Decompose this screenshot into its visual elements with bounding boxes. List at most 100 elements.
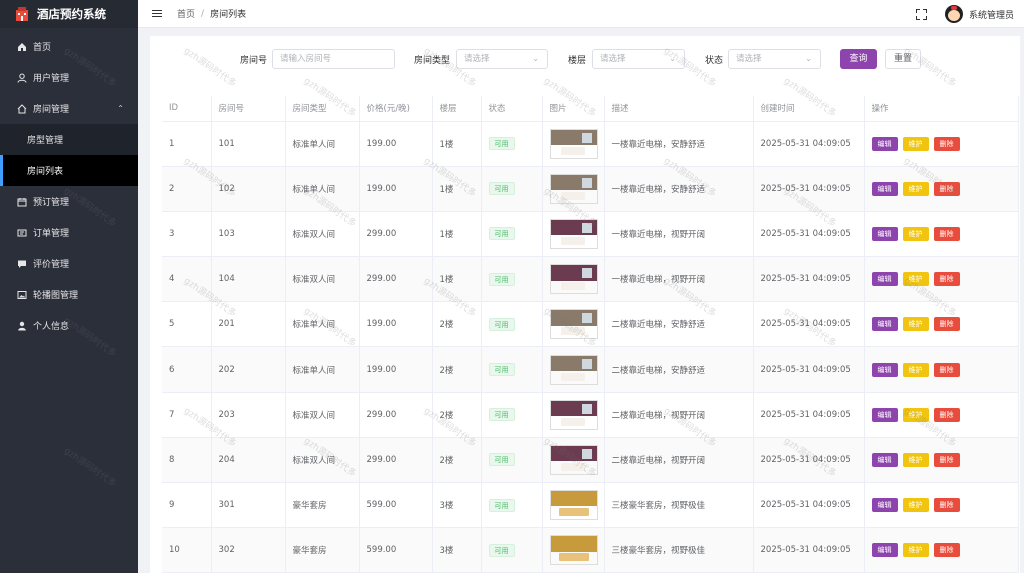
cell-floor: 1楼 — [432, 166, 482, 212]
maintain-button[interactable]: 维护 — [902, 136, 929, 151]
cell-image — [542, 211, 605, 258]
delete-button[interactable]: 删除 — [933, 452, 960, 467]
cell-description: 一楼靠近电梯，安静舒适 — [604, 166, 754, 212]
room-image[interactable] — [549, 354, 598, 385]
maintain-button[interactable]: 维护 — [902, 452, 929, 467]
room-type-select[interactable]: 请选择 ⌄ — [456, 49, 548, 69]
sidebar-item-reservations[interactable]: 预订管理 — [0, 186, 138, 217]
delete-button[interactable]: 删除 — [933, 407, 960, 422]
edit-button[interactable]: 编辑 — [871, 498, 898, 513]
breadcrumb-home[interactable]: 首页 — [177, 7, 195, 20]
cell-actions: 编辑 维护 删除 — [864, 121, 1019, 167]
cell-room-no: 104 — [211, 256, 286, 303]
edit-button[interactable]: 编辑 — [871, 181, 898, 196]
edit-button[interactable]: 编辑 — [871, 452, 898, 467]
cell-room-no: 202 — [211, 346, 286, 393]
sidebar-item-home[interactable]: 首页 — [0, 31, 138, 62]
reset-button[interactable]: 重置 — [885, 49, 921, 69]
room-image[interactable] — [549, 535, 598, 566]
edit-button[interactable]: 编辑 — [871, 362, 898, 377]
sidebar-item-profile[interactable]: 个人信息 — [0, 310, 138, 341]
edit-button[interactable]: 编辑 — [871, 317, 898, 332]
cell-floor: 1楼 — [432, 256, 482, 303]
table-row: 3 103 标准双人间 299.00 1楼 可用 一楼靠近电梯，视野开阔 2025-05-31… — [162, 211, 1019, 258]
floor-select[interactable]: 请选择 ⌄ — [592, 49, 685, 69]
edit-button[interactable]: 编辑 — [871, 136, 898, 151]
breadcrumb-separator: / — [201, 8, 205, 19]
table-row: 4 104 标准双人间 299.00 1楼 可用 一楼靠近电梯，视野开阔 2025-05-31… — [162, 256, 1019, 303]
cell-room-type: 标准双人间 — [285, 437, 360, 484]
table-row: 8 204 标准双人间 299.00 2楼 可用 二楼靠近电梯，视野开阔 2025-05-31… — [162, 437, 1019, 484]
floor-placeholder: 请选择 — [600, 54, 626, 64]
username[interactable]: 系统管理员 — [969, 8, 1014, 21]
sidebar-item-room-list[interactable]: 房间列表 — [0, 155, 138, 186]
delete-button[interactable]: 删除 — [933, 498, 960, 513]
cell-status: 可用 — [481, 301, 543, 348]
room-image[interactable] — [549, 399, 598, 430]
sidebar-item-room-management[interactable]: 房间管理 ⌃ — [0, 93, 138, 124]
floor-label: 楼层 — [568, 56, 587, 66]
room-image[interactable] — [549, 444, 598, 475]
delete-button[interactable]: 删除 — [933, 543, 960, 558]
maintain-button[interactable]: 维护 — [902, 498, 929, 513]
brand[interactable]: 酒店预约系统 — [0, 0, 138, 28]
maintain-button[interactable]: 维护 — [902, 181, 929, 196]
status-select[interactable]: 请选择 ⌄ — [728, 49, 821, 69]
sidebar-item-users[interactable]: 用户管理 — [0, 62, 138, 93]
cell-price: 599.00 — [359, 527, 433, 573]
room-image[interactable] — [549, 490, 598, 521]
room-image[interactable] — [549, 128, 598, 159]
avatar[interactable] — [944, 5, 963, 23]
edit-button[interactable]: 编辑 — [871, 226, 898, 241]
cell-created: 2025-05-31 04:09:05 — [753, 256, 865, 303]
cell-actions: 编辑 维护 删除 — [864, 437, 1019, 484]
edit-button[interactable]: 编辑 — [871, 407, 898, 422]
cell-created: 2025-05-31 04:09:05 — [753, 527, 865, 573]
sidebar-item-reviews[interactable]: 评价管理 — [0, 248, 138, 279]
cell-price: 299.00 — [359, 211, 433, 258]
sidebar-item-carousel[interactable]: 轮播图管理 — [0, 279, 138, 310]
cell-created: 2025-05-31 04:09:05 — [753, 166, 865, 212]
maintain-button[interactable]: 维护 — [902, 543, 929, 558]
delete-button[interactable]: 删除 — [933, 362, 960, 377]
cell-created: 2025-05-31 04:09:05 — [753, 482, 865, 529]
room-image[interactable] — [549, 218, 598, 249]
delete-button[interactable]: 删除 — [933, 136, 960, 151]
status-badge: 可用 — [488, 272, 515, 286]
room-image[interactable] — [549, 309, 598, 340]
fullscreen-icon[interactable] — [915, 8, 927, 20]
chevron-down-icon: ⌄ — [532, 54, 539, 63]
room-image[interactable] — [549, 173, 598, 204]
maintain-button[interactable]: 维护 — [902, 226, 929, 241]
cell-status: 可用 — [481, 166, 543, 212]
sidebar-item-orders[interactable]: 订单管理 — [0, 217, 138, 248]
sidebar-item-room-type[interactable]: 房型管理 — [0, 124, 138, 155]
edit-button[interactable]: 编辑 — [871, 272, 898, 287]
room-image[interactable] — [549, 264, 598, 295]
edit-button[interactable]: 编辑 — [871, 543, 898, 558]
cell-room-no: 203 — [211, 392, 286, 438]
col-header-actions: 操作 — [864, 96, 1019, 122]
maintain-button[interactable]: 维护 — [902, 272, 929, 287]
app-title: 酒店预约系统 — [37, 7, 106, 21]
cell-status: 可用 — [481, 437, 543, 484]
maintain-button[interactable]: 维护 — [902, 362, 929, 377]
cell-room-type: 豪华套房 — [285, 482, 360, 529]
delete-button[interactable]: 删除 — [933, 181, 960, 196]
cell-actions: 编辑 维护 删除 — [864, 392, 1019, 438]
query-button[interactable]: 查询 — [840, 49, 877, 69]
cell-floor: 1楼 — [432, 121, 482, 167]
col-header-room-no: 房间号 — [211, 96, 286, 122]
delete-button[interactable]: 删除 — [933, 272, 960, 287]
maintain-button[interactable]: 维护 — [902, 407, 929, 422]
delete-button[interactable]: 删除 — [933, 317, 960, 332]
table-body: 1 101 标准单人间 199.00 1楼 可用 一楼靠近电梯，安静舒适 2025-05-31… — [162, 121, 1019, 573]
col-header-room-type: 房间类型 — [285, 96, 360, 122]
maintain-button[interactable]: 维护 — [902, 317, 929, 332]
sidebar-item-label: 房间管理 — [33, 105, 70, 115]
cell-created: 2025-05-31 04:09:05 — [753, 392, 865, 438]
room-no-input[interactable]: 请输入房间号 — [272, 49, 395, 69]
delete-button[interactable]: 删除 — [933, 226, 960, 241]
cell-room-no: 101 — [211, 121, 286, 167]
menu-toggle-icon[interactable] — [152, 9, 162, 18]
